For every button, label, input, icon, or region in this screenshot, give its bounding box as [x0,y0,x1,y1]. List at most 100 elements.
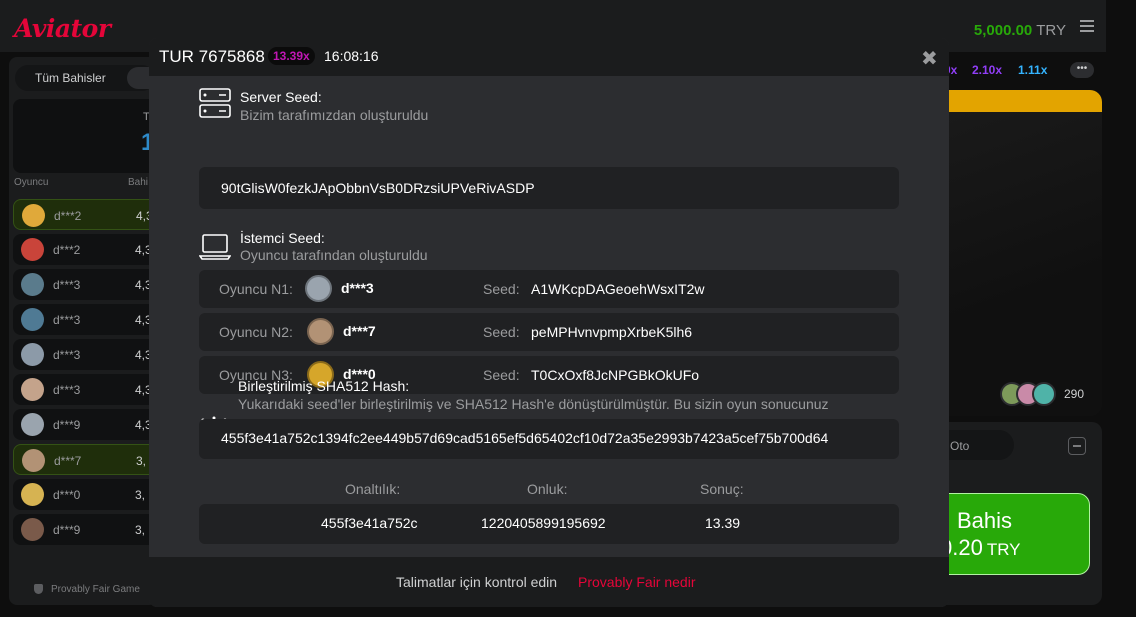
player-row: d***2 4,3 [13,199,157,230]
player-row: d***3 4,3 [13,304,157,335]
avatar [305,275,332,302]
footer-instructions: Talimatlar için kontrol edin [396,574,558,590]
col-player-header: Oyuncu [14,177,49,188]
player-name: d***9 [53,523,81,537]
player-name: d***2 [54,209,82,223]
modal-footer: Talimatlar için kontrol edin Provably Fa… [149,557,949,607]
game-top-bar [940,90,1102,112]
avatar [21,343,44,366]
hex-value: 455f3e41a752c [321,515,418,531]
server-seed-subtitle: Bizim tarafımızdan oluşturuldu [240,107,429,123]
player-name: d***3 [53,383,81,397]
client-seed-label: Seed: [483,367,520,383]
avatar [21,308,44,331]
result-label: Sonuç: [700,481,744,497]
provably-fair-link[interactable]: Provably Fair nedir [578,574,696,590]
hamburger-menu-icon[interactable] [1080,20,1094,32]
avatar [21,273,44,296]
place-bet-label: Bahis [957,508,1013,533]
dec-value: 1220405899195692 [481,515,606,531]
hash-box: 455f3e41a752c1394fc2ee449b57d69cad5165ef… [199,419,899,459]
app-root: Aviator 5,000.00TRY Tüm Bahisler Tü 1 Oy… [0,0,1136,617]
round-time: 16:08:16 [324,48,379,64]
client-seed-label: Seed: [483,281,520,297]
avatar [21,238,44,261]
player-row: d***3 4,3 [13,374,157,405]
client-player-name: d***7 [343,323,376,339]
avatar [21,413,44,436]
avatar [21,378,44,401]
player-name: d***2 [53,243,81,257]
remove-bet-panel-button[interactable] [1068,437,1086,455]
player-row: d***2 4,3 [13,234,157,265]
server-seed-title: Server Seed: [240,89,322,105]
client-seed-subtitle: Oyuncu tarafından oluşturuldu [240,247,428,263]
bet-amount-currency: TRY [986,540,1021,559]
avatar [22,204,45,227]
multiplier-history-2[interactable]: 2.10x [972,63,1002,77]
server-seed-value: 90tGlisW0fezkJApObbnVsB0DRzsiUPVeRivASDP [221,180,535,196]
hash-value: 455f3e41a752c1394fc2ee449b57d69cad5165ef… [221,430,829,446]
client-seed-row: Oyuncu N2: d***7 Seed: peMPHvnvpmpXrbeK5… [199,313,899,351]
server-seed-box: 90tGlisW0fezkJApObbnVsB0DRzsiUPVeRivASDP [199,167,899,209]
col-bet-header: Bahi [128,177,149,188]
close-icon[interactable]: ✖ [921,46,938,71]
avatar [21,483,44,506]
online-players-count: 290 [1064,387,1085,401]
client-seed-value: A1WKcpDAGeoehWsxIT2w [531,281,705,297]
result-value: 13.39 [705,515,741,531]
laptop-icon [199,234,231,260]
place-bet-amount: 0.20 TRY [940,535,1021,561]
client-seed-value: peMPHvnvpmpXrbeK5lh6 [531,324,693,340]
bets-tabs: Tüm Bahisler [15,65,157,91]
provably-fair-game-link[interactable]: Provably Fair Game [51,584,140,595]
tab-all-bets[interactable]: Tüm Bahisler [15,65,120,91]
more-multipliers-button[interactable]: ••• [1070,62,1094,78]
hash-subtitle: Yukarıdaki seed'ler birleştirilmiş ve SH… [238,396,829,412]
client-player-label: Oyuncu N2: [219,324,293,340]
game-canvas [940,90,1102,416]
avatar [307,318,334,345]
player-bet: 3, [136,454,147,468]
player-bet: 3, [135,488,146,502]
place-bet-button[interactable] [930,493,1090,575]
player-name: d***7 [54,454,82,468]
player-name: d***0 [53,488,81,502]
server-icon [199,88,231,118]
total-bets-box: Tü 1 [13,99,157,173]
client-player-name: d***3 [341,280,374,296]
round-number: TUR 7675868 [159,47,265,66]
player-row: d***0 3, [13,479,157,510]
multiplier-history-3[interactable]: 1.11x [1018,63,1047,77]
player-name: d***3 [53,348,81,362]
client-seed-label: Seed: [483,324,520,340]
player-bet: 3, [135,523,146,537]
client-seed-value: T0CxOxf8JcNPGBkOkUFo [531,367,700,383]
hex-label: Onaltılık: [345,481,401,497]
avatar [22,449,45,472]
player-name: d***3 [53,278,81,292]
aviator-logo[interactable]: Aviator [14,14,111,43]
player-row: d***7 3, [13,444,157,475]
balance-currency: TRY [1036,22,1066,39]
dec-label: Onluk: [527,481,568,497]
player-list: d***2 4,3 d***2 4,3 d***3 4,3 d***3 4,3 d***3 4,3… [13,199,157,549]
hash-title: Birleştirilmiş SHA512 Hash: [238,378,410,394]
round-multiplier-badge: 13.39x [268,47,315,65]
client-player-label: Oyuncu N1: [219,281,293,297]
balance-amount: 5,000.00 [973,22,1033,39]
bets-panel: Tüm Bahisler Tü 1 Oyuncu Bahi d***24,3d*… [9,57,157,605]
player-row: d***9 4,3 [13,409,157,440]
player-row: d***3 4,3 [13,339,157,370]
provably-fair-modal: TUR 7675868 13.39x 16:08:16 ✖ Server See… [149,38,949,607]
client-seed-title: İstemci Seed: [240,230,325,246]
auto-tab-label: Oto [950,439,970,453]
player-row: d***3 4,3 [13,269,157,300]
shield-icon [34,584,43,594]
game-area [940,112,1102,416]
modal-header: TUR 7675868 13.39x 16:08:16 ✖ [149,38,949,76]
player-row: d***9 3, [13,514,157,545]
player-name: d***3 [53,313,81,327]
online-players-avatars [1000,382,1056,406]
player-name: d***9 [53,418,81,432]
